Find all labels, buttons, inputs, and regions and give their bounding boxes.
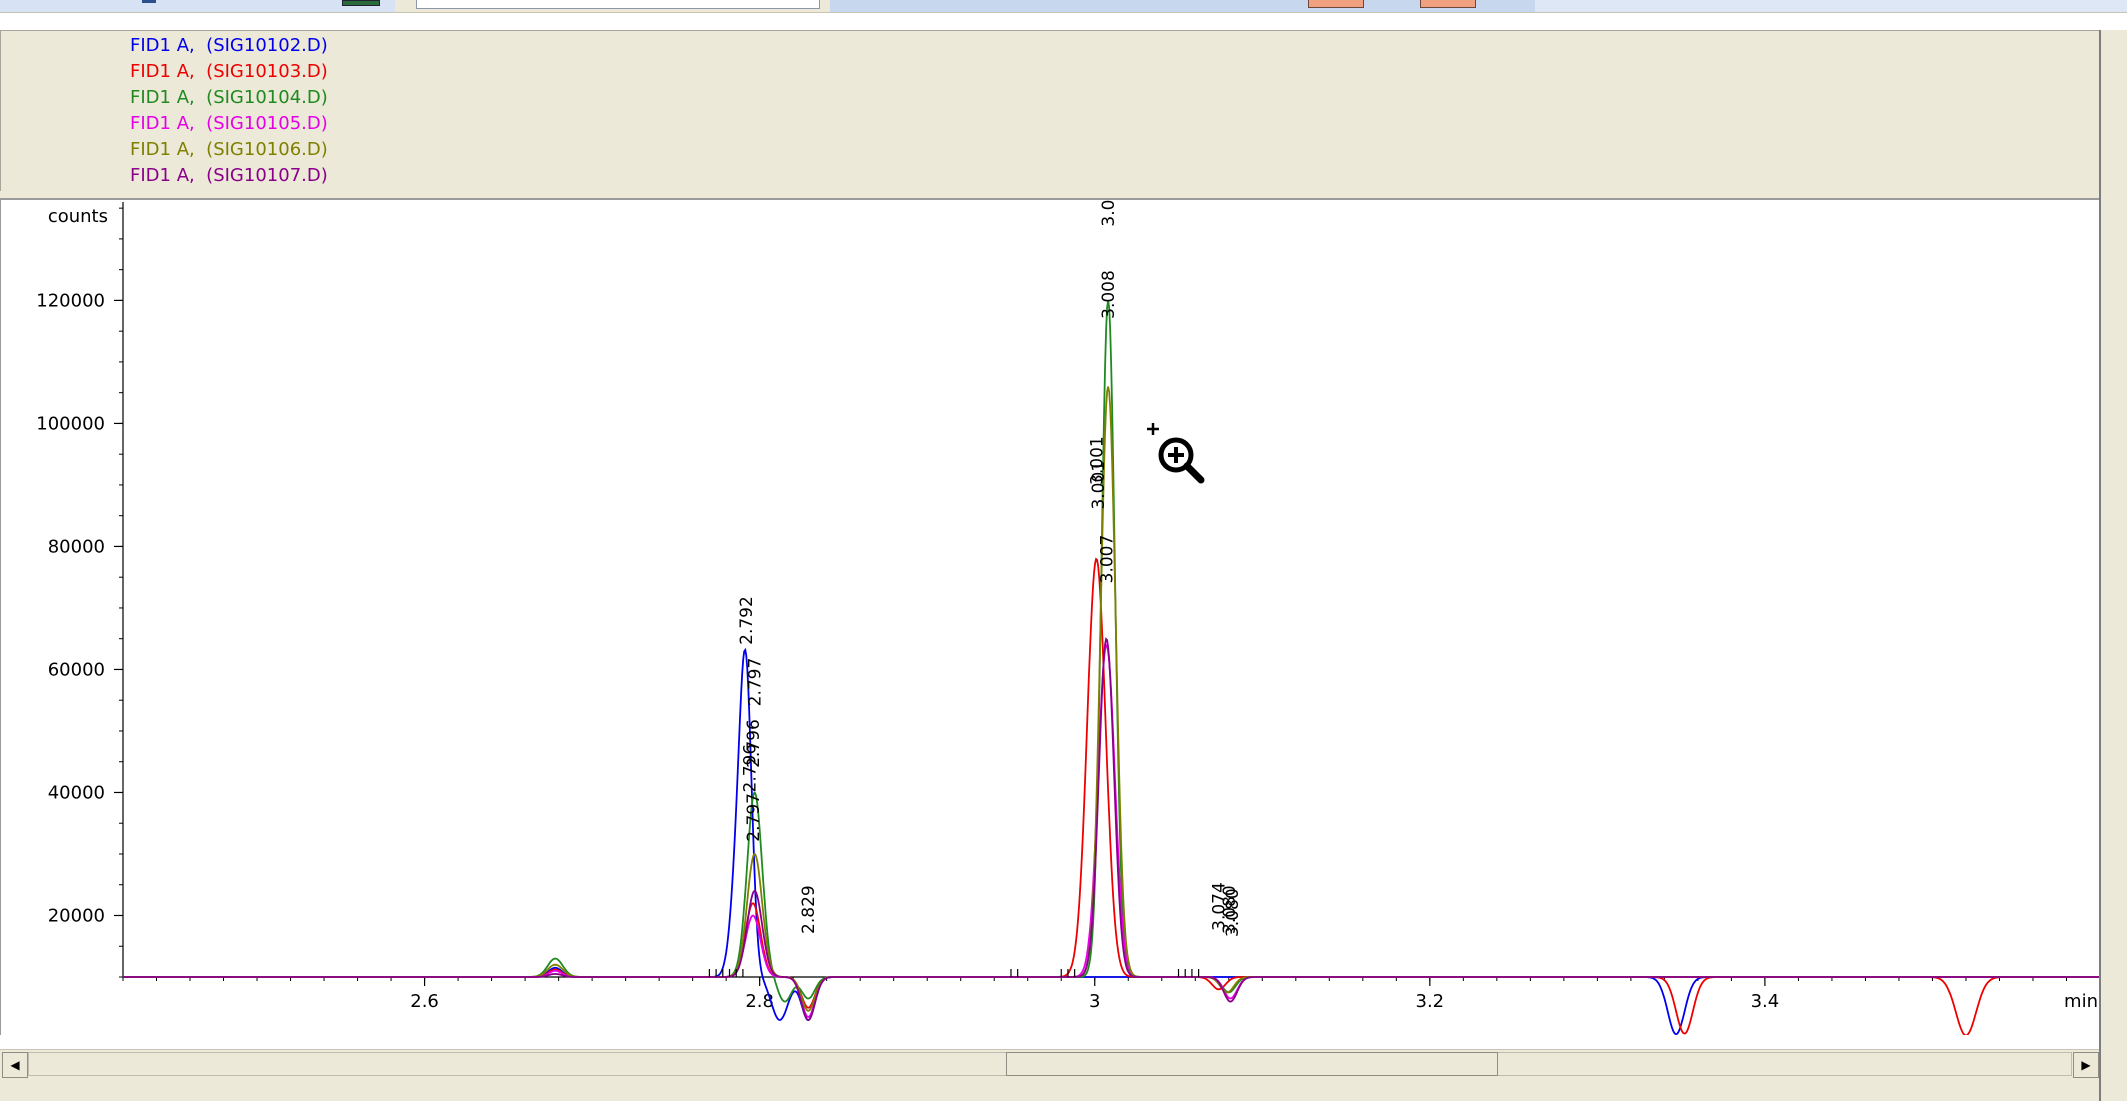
peak-label: 2.797: [744, 793, 764, 842]
legend-entry: FID1 A, (SIG10106.D): [130, 139, 328, 160]
x-tick-label: 3: [1089, 991, 1100, 1012]
peak-label: 3.008: [1099, 270, 1119, 319]
y-tick-label: 20000: [48, 905, 105, 926]
peak-label: 2.829: [799, 885, 819, 934]
horizontal-scrollbar[interactable]: ◀ ▶: [0, 1049, 2099, 1080]
window-right-edge: [2099, 30, 2127, 1101]
peak-label: 3.080: [1223, 888, 1243, 937]
peak-label: 3.001: [1089, 461, 1109, 510]
series-line: [123, 637, 2100, 1021]
panel-splitter[interactable]: [0, 191, 2099, 198]
x-tick-label: 3.2: [1416, 991, 1445, 1012]
toolbar-color-button[interactable]: [1308, 0, 1364, 8]
chromatogram-plot[interactable]: 20000 40000 60000 80000 100000 120000 counts 2.…: [0, 198, 2100, 1035]
peak-label: 2.792: [737, 596, 757, 645]
series-line: [123, 557, 2100, 1035]
legend-entry: FID1 A, (SIG10103.D): [130, 61, 328, 82]
x-tick-label: 3.4: [1751, 991, 1780, 1012]
toolbar-color-button[interactable]: [1420, 0, 1476, 8]
x-tick-label: 2.8: [745, 991, 774, 1012]
scroll-left-button[interactable]: ◀: [2, 1052, 28, 1078]
y-tick-label: 100000: [36, 413, 105, 434]
arrow-left-icon: ◀: [10, 1058, 20, 1072]
zoom-in-icon: [1147, 423, 1205, 484]
scrollbar-thumb[interactable]: [1006, 1052, 1498, 1076]
legend-entry: FID1 A, (SIG10105.D): [130, 113, 328, 134]
toolbar-button[interactable]: [142, 0, 156, 3]
x-tick-label: 2.6: [410, 991, 439, 1012]
arrow-right-icon: ▶: [2081, 1058, 2091, 1072]
toolbar-left-group: [0, 0, 395, 12]
legend-entry: FID1 A, (SIG10107.D): [130, 165, 328, 186]
legend-entry: FID1 A, (SIG10102.D): [130, 35, 328, 56]
peak-label: 2.796: [741, 744, 761, 793]
legend-entry: FID1 A, (SIG10104.D): [130, 87, 328, 108]
toolbar-button[interactable]: [342, 0, 380, 6]
y-tick-label: 120000: [36, 290, 105, 311]
x-axis-label: min: [2064, 991, 2098, 1012]
toolbar-strip: [0, 0, 2127, 13]
y-axis-label: counts: [48, 206, 108, 227]
peak-label: 2.797: [746, 658, 766, 707]
y-tick-label: 60000: [48, 659, 105, 680]
peak-label: 3.007: [1097, 535, 1117, 584]
status-strip: [0, 1080, 2099, 1101]
y-tick-label: 80000: [48, 536, 105, 557]
chromatogram-chart[interactable]: 20000 40000 60000 80000 100000 120000 counts 2.…: [1, 200, 2100, 1035]
toolbar-right-group: [1535, 0, 2127, 12]
toolbar-combo-field[interactable]: [416, 0, 820, 9]
y-tick-label: 40000: [48, 782, 105, 803]
scroll-right-button[interactable]: ▶: [2073, 1052, 2099, 1078]
legend-panel: FID1 A, (SIG10102.D) FID1 A, (SIG10103.D…: [0, 30, 2101, 192]
peak-label: 3.008: [1099, 200, 1119, 227]
series-line: [123, 300, 2100, 1003]
